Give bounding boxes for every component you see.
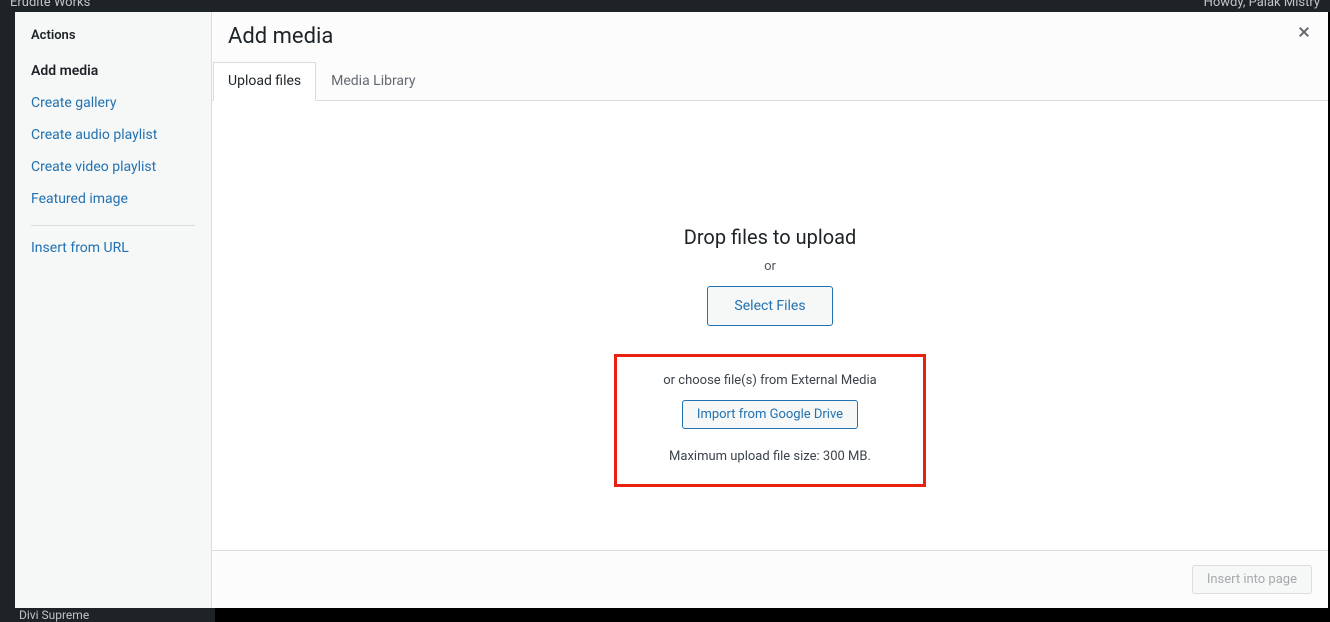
sidebar-item-create-gallery[interactable]: Create gallery <box>31 87 195 119</box>
modal-header: Add media <box>212 12 1328 62</box>
sidebar-item-featured-image[interactable]: Featured image <box>31 183 195 215</box>
bottom-menu-item[interactable]: Divi Supreme <box>15 608 215 622</box>
sidebar-item-add-media[interactable]: Add media <box>31 55 195 87</box>
tab-upload-files[interactable]: Upload files <box>213 62 316 101</box>
media-modal: Actions Add media Create gallery Create … <box>15 12 1328 608</box>
modal-sidebar: Actions Add media Create gallery Create … <box>15 12 212 608</box>
external-media-text: or choose file(s) from External Media <box>663 373 877 388</box>
modal-title: Add media <box>228 12 333 62</box>
modal-main: Add media Upload files Media Library Dro… <box>212 12 1328 608</box>
user-greeting[interactable]: Howdy, Palak Mistry <box>1204 0 1320 10</box>
close-icon[interactable] <box>1286 22 1322 48</box>
insert-into-page-button[interactable]: Insert into page <box>1192 565 1312 594</box>
wp-admin-sidebar <box>0 12 15 622</box>
upload-area[interactable]: Drop files to upload or Select Files or … <box>212 101 1328 550</box>
tab-media-library[interactable]: Media Library <box>316 62 430 101</box>
sidebar-item-insert-url[interactable]: Insert from URL <box>31 232 195 264</box>
sidebar-heading: Actions <box>31 28 195 43</box>
sidebar-item-create-video-playlist[interactable]: Create video playlist <box>31 151 195 183</box>
sidebar-menu: Add media Create gallery Create audio pl… <box>31 55 195 215</box>
admin-bar: Erudite Works Howdy, Palak Mistry <box>0 0 1330 12</box>
drop-or-text: or <box>764 259 776 274</box>
site-name[interactable]: Erudite Works <box>10 0 90 10</box>
modal-footer: Insert into page <box>212 550 1328 608</box>
tabs: Upload files Media Library <box>212 62 1328 101</box>
drop-title: Drop files to upload <box>684 225 857 249</box>
external-media-box: or choose file(s) from External Media Im… <box>614 354 926 487</box>
max-upload-size: Maximum upload file size: 300 MB. <box>663 449 877 464</box>
select-files-button[interactable]: Select Files <box>707 286 832 326</box>
sidebar-item-create-audio-playlist[interactable]: Create audio playlist <box>31 119 195 151</box>
sidebar-separator <box>31 225 195 226</box>
import-google-drive-button[interactable]: Import from Google Drive <box>682 400 858 429</box>
